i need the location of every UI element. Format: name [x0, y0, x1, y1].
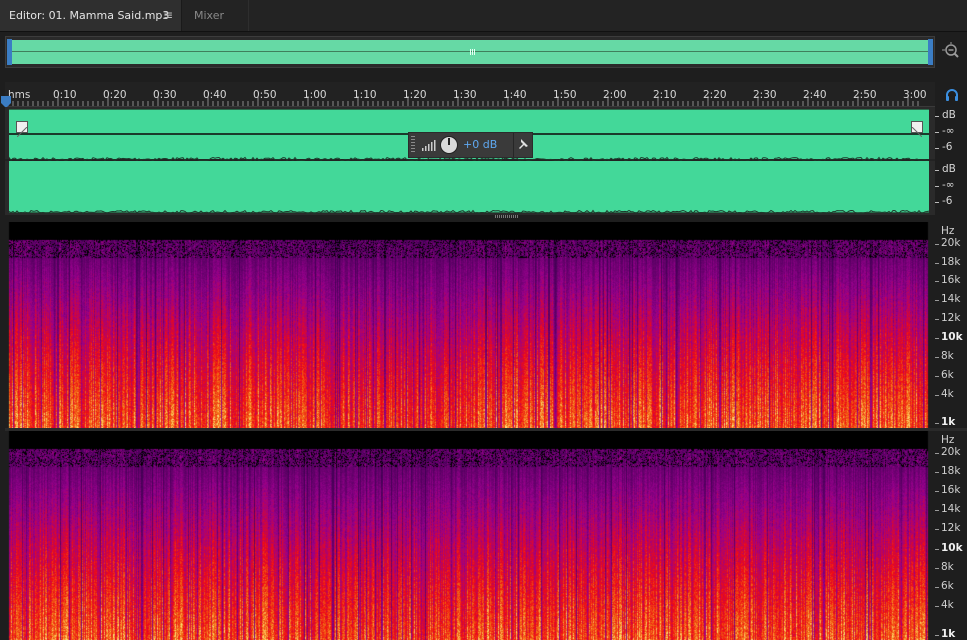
hz-tick-label: 20k — [941, 237, 961, 249]
overview-left-handle[interactable] — [7, 39, 12, 65]
time-tick-label: 1:20 — [403, 89, 427, 101]
time-tick-label: 1:10 — [353, 89, 377, 101]
headphones-icon[interactable] — [945, 88, 959, 102]
time-tick-label: 0:10 — [53, 89, 77, 101]
hz-tick-label: 6k — [941, 580, 954, 593]
time-tick-label: 2:40 — [803, 89, 827, 101]
amplitude-ruler[interactable]: dB -∞ -6 dB -∞ -6 — [935, 107, 967, 215]
db-minus-inf-label: -∞ — [942, 179, 955, 191]
overview-navigator[interactable] — [5, 36, 935, 68]
hz-tick-label: 18k — [941, 465, 961, 478]
time-tick-label: 2:20 — [703, 89, 727, 101]
volume-value-label[interactable]: +0 dB — [463, 138, 497, 151]
volume-knob-icon[interactable] — [439, 135, 459, 155]
time-tick-label: 0:40 — [203, 89, 227, 101]
hz-tick-label: 14k — [941, 293, 961, 305]
time-tick-label: 1:30 — [453, 89, 477, 101]
clip-volume-hud[interactable]: +0 dB — [408, 132, 533, 158]
tab-editor-label: Editor: 01. Mamma Said.mp3 — [9, 9, 170, 22]
panel-tab-bar: Editor: 01. Mamma Said.mp3 ≡ Mixer — [0, 0, 967, 32]
hz-tick-label: 14k — [941, 503, 961, 516]
hz-tick-label: 16k — [941, 274, 961, 286]
overview-right-handle[interactable] — [928, 39, 933, 65]
hz-tick-label: 12k — [941, 522, 961, 535]
waveform-display[interactable] — [5, 107, 935, 215]
time-tick-label: 2:00 — [603, 89, 627, 101]
db-minus-inf-label: -∞ — [942, 125, 955, 137]
resize-grip-icon[interactable] — [495, 215, 519, 218]
hz-tick-label: 1k — [941, 627, 956, 640]
hz-tick-label: 4k — [941, 599, 954, 612]
time-tick-label: 1:40 — [503, 89, 527, 101]
time-tick-label: 0:20 — [103, 89, 127, 101]
tab-mixer-label: Mixer — [194, 9, 225, 22]
pin-icon[interactable] — [517, 138, 529, 152]
time-ruler[interactable]: hms 0:10 0:20 0:30 0:40 0:50 1:00 1:10 1:20 1:30… — [5, 82, 935, 107]
hz-tick-label: 20k — [941, 446, 961, 459]
hz-tick-label: 12k — [941, 312, 961, 324]
hz-tick-label: 10k — [941, 331, 963, 343]
db-minus-six-label: -6 — [942, 195, 953, 207]
time-tick-label: 0:50 — [253, 89, 277, 101]
tab-mixer[interactable]: Mixer — [183, 0, 249, 31]
hz-tick-label: 8k — [941, 350, 954, 362]
time-tick-label: 0:30 — [153, 89, 177, 101]
hz-tick-label: 8k — [941, 560, 954, 573]
spectrogram-channel-left[interactable] — [5, 222, 935, 428]
hud-drag-grip-icon[interactable] — [411, 136, 415, 154]
time-unit-label: hms — [8, 89, 31, 101]
zoom-out-magnifier-icon[interactable] — [940, 40, 962, 62]
hz-tick-label: 18k — [941, 256, 961, 268]
time-tick-label: 1:50 — [553, 89, 577, 101]
time-tick-label: 2:10 — [653, 89, 677, 101]
time-tick-label: 3:00 — [903, 89, 927, 101]
waveform-trace — [9, 156, 929, 215]
tab-menu-icon[interactable]: ≡ — [163, 0, 173, 31]
level-meter-icon — [422, 140, 436, 151]
hz-tick-label: 10k — [941, 541, 963, 554]
time-tick-label: 1:00 — [303, 89, 327, 101]
db-unit-label: dB — [942, 163, 956, 175]
time-tick-label: 2:50 — [853, 89, 877, 101]
overview-grip-icon[interactable] — [470, 49, 476, 55]
hz-unit-label: Hz — [941, 225, 955, 237]
frequency-ruler-right[interactable]: Hz 20k 18k 16k 14k 12k 10k 8k 6k 4k 1k — [935, 431, 967, 640]
db-minus-six-label: -6 — [942, 141, 953, 153]
tab-editor[interactable]: Editor: 01. Mamma Said.mp3 ≡ — [0, 0, 182, 31]
hz-tick-label: 6k — [941, 369, 954, 381]
time-tick-label: 2:30 — [753, 89, 777, 101]
db-unit-label: dB — [942, 109, 956, 121]
frequency-ruler-left[interactable]: Hz 20k 18k 16k 14k 12k 10k 8k 6k 4k 1k — [935, 222, 967, 428]
overview-waveform — [10, 40, 931, 64]
hz-tick-label: 1k — [941, 416, 956, 428]
hz-tick-label: 4k — [941, 388, 954, 400]
spectrogram-channel-right[interactable] — [5, 431, 935, 640]
hz-unit-label: Hz — [941, 434, 955, 446]
hz-tick-label: 16k — [941, 483, 961, 496]
